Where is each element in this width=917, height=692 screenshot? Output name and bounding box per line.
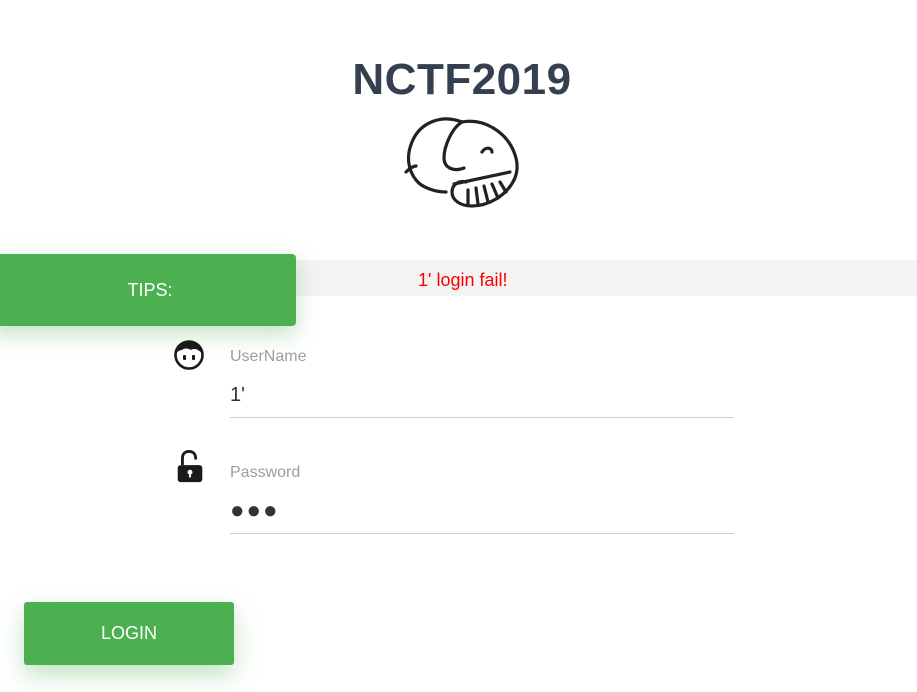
tips-message: 1' login fail! (418, 270, 508, 290)
login-page: NCTF2019 1' login fail! TIPS: UserName P… (0, 0, 917, 692)
tips-badge: TIPS: (0, 254, 296, 326)
login-button[interactable]: LOGIN (24, 602, 234, 665)
unlocked-padlock-icon (177, 450, 203, 483)
page-title: NCTF2019 (352, 55, 572, 104)
password-input[interactable] (230, 489, 734, 534)
username-input[interactable] (230, 373, 734, 418)
user-face-icon (174, 340, 204, 370)
elephant-icon (404, 117, 519, 208)
password-label: Password (230, 464, 301, 481)
tips-label: TIPS: (127, 279, 173, 300)
username-label: UserName (230, 348, 307, 365)
